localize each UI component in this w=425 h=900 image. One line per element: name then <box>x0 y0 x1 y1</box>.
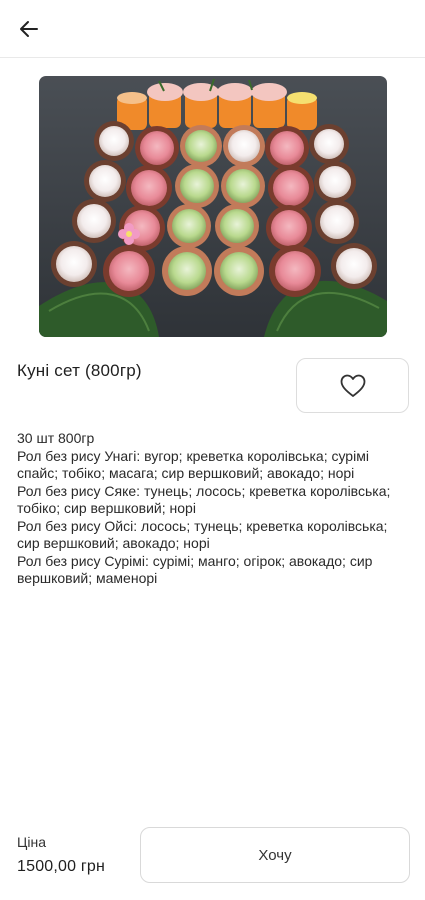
price-label: Ціна <box>17 834 46 850</box>
want-button[interactable]: Хочу <box>140 827 410 883</box>
description-line: Рол без рису Ойсі: лосось; тунець; креве… <box>17 517 388 552</box>
top-app-bar <box>0 0 425 58</box>
description-line: Рол без рису Сурімі: сурімі; манго; огір… <box>17 552 373 587</box>
back-button[interactable] <box>12 14 46 44</box>
product-description: 30 шт 800гр Рол без рису Унагі: вугор; к… <box>17 430 412 588</box>
description-line: Рол без рису Сяке: тунець; лосось; креве… <box>17 482 391 517</box>
arrow-left-icon <box>20 21 38 37</box>
description-line: 30 шт 800гр <box>17 430 95 446</box>
heart-outline-icon <box>340 374 365 397</box>
product-title: Куні сет (800гр) <box>17 361 142 380</box>
favorite-button[interactable] <box>296 358 409 413</box>
price-value: 1500,00 грн <box>17 858 106 875</box>
description-line: Рол без рису Унагі: вугор; креветка коро… <box>17 447 369 482</box>
product-photo <box>39 76 387 337</box>
